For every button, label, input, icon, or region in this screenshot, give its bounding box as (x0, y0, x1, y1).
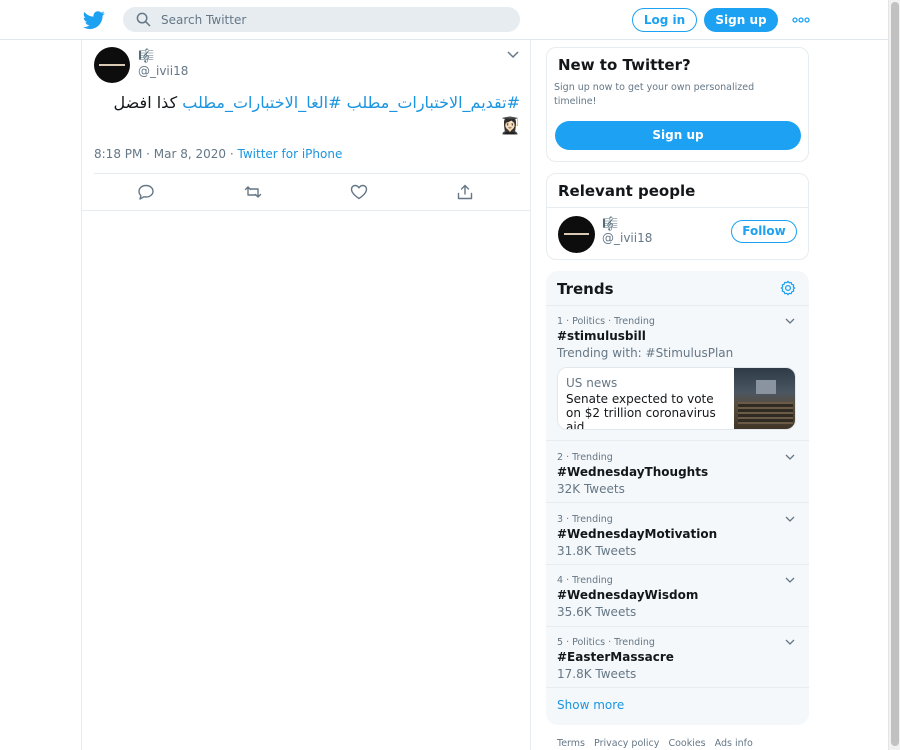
trend-context: Trending with: #StimulusPlan (557, 346, 734, 360)
scrollbar-thumb[interactable] (891, 2, 899, 746)
trend-meta: 4 · Trending (557, 575, 613, 586)
footer-link-privacy[interactable]: Privacy policy (594, 738, 659, 749)
chevron-down-icon[interactable] (507, 51, 519, 59)
like-icon[interactable] (350, 184, 368, 200)
footer-link-ads-info[interactable]: Ads info (715, 738, 753, 749)
footer-links: Terms Privacy policy Cookies Ads info (557, 738, 759, 749)
chevron-down-icon[interactable] (785, 577, 795, 584)
trend-count: 17.8K Tweets (557, 667, 637, 681)
trend-name[interactable]: #EasterMassacre (557, 650, 674, 664)
trend-name[interactable]: #WednesdayWisdom (557, 588, 698, 602)
divider (547, 207, 808, 208)
show-more-link[interactable]: Show more (557, 698, 624, 712)
chevron-down-icon[interactable] (785, 454, 795, 461)
reply-icon[interactable] (137, 184, 155, 200)
sign-up-button[interactable]: Sign up (704, 8, 778, 32)
relevant-people-card: Relevant people 🎼 @_ivii18 Follow (546, 173, 809, 260)
tweet-source-link[interactable]: Twitter for iPhone (238, 147, 343, 161)
scrollbar[interactable] (888, 0, 900, 750)
card-title: Relevant people (558, 182, 696, 200)
trend-meta: 2 · Trending (557, 452, 613, 463)
search-box[interactable] (123, 7, 520, 32)
divider (94, 173, 520, 174)
trend-name[interactable]: #stimulusbill (557, 329, 646, 343)
tweet-author-handle[interactable]: @_ivii18 (138, 64, 188, 78)
trend-item[interactable]: 4 · Trending #WednesdayWisdom 35.6K Twee… (546, 565, 809, 627)
chevron-down-icon[interactable] (785, 639, 795, 646)
trend-item[interactable]: 2 · Trending #WednesdayThoughts 32K Twee… (546, 442, 809, 503)
trend-item[interactable]: 3 · Trending #WednesdayMotivation 31.8K … (546, 504, 809, 565)
sidebar-sign-up-button[interactable]: Sign up (555, 121, 801, 150)
trend-meta: 5 · Politics · Trending (557, 637, 655, 648)
news-thumbnail[interactable] (734, 368, 795, 429)
retweet-icon[interactable] (244, 184, 262, 200)
top-bar: Log in Sign up (0, 0, 888, 40)
card-subtitle: Sign up now to get your own personalized… (554, 82, 755, 107)
trends-card: Trends 1 · Politics · Trending #stimulus… (546, 271, 809, 725)
news-card[interactable]: US news Senate expected to vote on $2 tr… (557, 367, 796, 430)
hashtag-link[interactable]: #الغا_الاختبارات_مطلب (182, 93, 341, 112)
trend-count: 32K Tweets (557, 482, 625, 496)
trend-item[interactable]: 5 · Politics · Trending #EasterMassacre … (546, 627, 809, 688)
footer-link-terms[interactable]: Terms (557, 738, 585, 749)
follow-button[interactable]: Follow (731, 220, 797, 243)
log-in-button[interactable]: Log in (632, 8, 697, 32)
avatar[interactable] (94, 47, 130, 83)
trend-meta: 1 · Politics · Trending (557, 316, 655, 327)
trend-name[interactable]: #WednesdayThoughts (557, 465, 708, 479)
chevron-down-icon[interactable] (785, 516, 795, 523)
trend-name[interactable]: #WednesdayMotivation (557, 527, 717, 541)
card-title: New to Twitter? (558, 56, 691, 74)
gear-icon[interactable] (780, 280, 796, 296)
twitter-logo-icon[interactable] (83, 9, 105, 31)
card-title: Trends (557, 280, 614, 298)
footer-link-cookies[interactable]: Cookies (668, 738, 705, 749)
news-headline[interactable]: Senate expected to vote on $2 trillion c… (566, 392, 728, 429)
relevant-user-handle[interactable]: @_ivii18 (602, 231, 652, 245)
trend-count: 31.8K Tweets (557, 544, 637, 558)
tweet-timestamp[interactable]: 8:18 PM · Mar 8, 2020 · (94, 147, 238, 161)
tweet-text: #تقديم_الاختبارات_مطلب #الغا_الاختبارات_… (94, 91, 520, 137)
avatar[interactable] (558, 216, 595, 253)
tweet-meta: 8:18 PM · Mar 8, 2020 · Twitter for iPho… (94, 147, 342, 161)
relevant-user-name[interactable]: 🎼 (602, 217, 618, 232)
tweet-author-name[interactable]: 🎼 (138, 49, 154, 64)
hashtag-link[interactable]: #تقديم_الاختبارات_مطلب (347, 93, 520, 112)
search-input[interactable] (161, 7, 511, 32)
search-icon (136, 12, 151, 27)
more-options-icon[interactable] (792, 14, 810, 26)
chevron-down-icon[interactable] (785, 318, 795, 325)
tweet[interactable]: 🎼 @_ivii18 #تقديم_الاختبارات_مطلب #الغا_… (82, 40, 531, 211)
trend-meta: 3 · Trending (557, 514, 613, 525)
trend-count: 35.6K Tweets (557, 605, 637, 619)
timeline-column: 🎼 @_ivii18 #تقديم_الاختبارات_مطلب #الغا_… (81, 40, 531, 750)
share-icon[interactable] (456, 184, 474, 200)
new-to-twitter-card: New to Twitter? Sign up now to get your … (546, 47, 809, 162)
trend-item[interactable]: 1 · Politics · Trending #stimulusbill Tr… (546, 306, 809, 441)
news-source: US news (566, 376, 618, 390)
